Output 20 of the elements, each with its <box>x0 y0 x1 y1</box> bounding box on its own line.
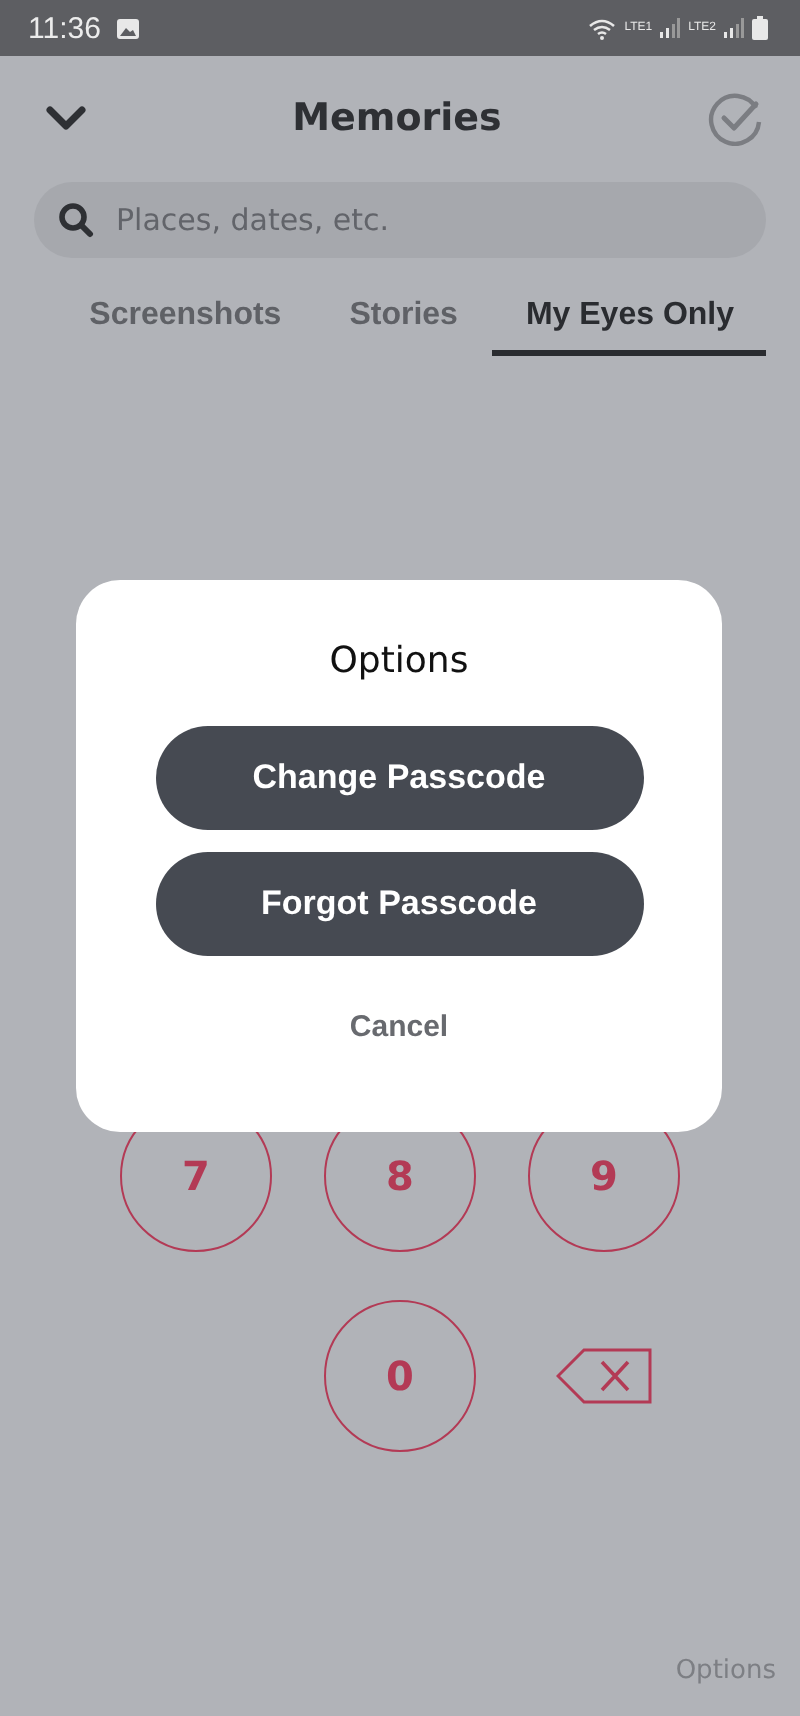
backspace-icon[interactable] <box>556 1348 652 1404</box>
wifi-icon <box>588 17 617 39</box>
status-time: 11:36 <box>28 11 101 45</box>
signal-icon <box>724 18 744 38</box>
search-field[interactable]: Places, dates, etc. <box>34 182 766 258</box>
dialog-button[interactable]: Forgot Passcode <box>155 852 643 956</box>
chevron-down-icon[interactable] <box>46 105 86 131</box>
check-circle-icon[interactable] <box>708 90 764 146</box>
tab[interactable]: My Eyes Only <box>491 286 766 356</box>
signal-icon <box>660 18 681 38</box>
search-icon <box>58 202 94 238</box>
tab[interactable]: Stories <box>315 286 492 356</box>
cancel-button[interactable]: Cancel <box>333 1002 465 1052</box>
tab[interactable]: Screenshots <box>55 286 316 356</box>
dialog-title: Options <box>329 640 469 682</box>
dialog-button[interactable]: Change Passcode <box>155 726 643 830</box>
gallery-icon <box>116 17 141 39</box>
keypad-key[interactable]: 0 <box>324 1300 476 1452</box>
page-title: Memories <box>290 96 504 140</box>
battery-icon <box>752 16 768 40</box>
